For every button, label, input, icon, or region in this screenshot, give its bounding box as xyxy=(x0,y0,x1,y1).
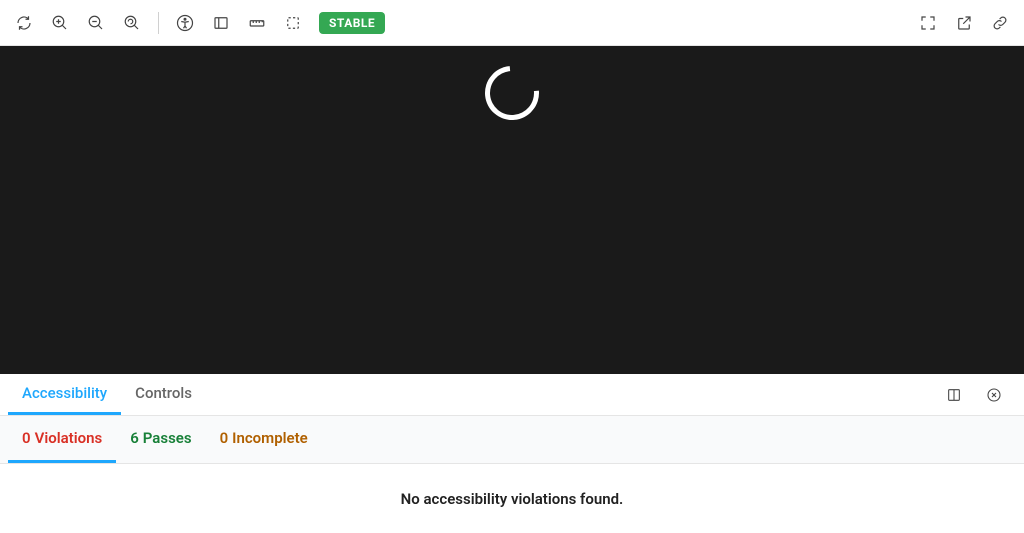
accessibility-button[interactable] xyxy=(169,7,201,39)
panel-tabs-left: Accessibility Controls xyxy=(8,374,206,415)
external-link-icon xyxy=(955,14,973,32)
zoom-out-button[interactable] xyxy=(80,7,112,39)
panel-layout-button[interactable] xyxy=(938,379,970,411)
fullscreen-button[interactable] xyxy=(912,7,944,39)
tab-controls[interactable]: Controls xyxy=(121,374,206,415)
accessibility-sub-tabs: 0 Violations 6 Passes 0 Incomplete xyxy=(0,416,1024,464)
toolbar-divider xyxy=(158,12,159,34)
subtab-incomplete[interactable]: 0 Incomplete xyxy=(206,416,322,463)
subtab-violations[interactable]: 0 Violations xyxy=(8,416,116,463)
loading-spinner-icon xyxy=(474,55,550,131)
viewport-icon xyxy=(212,14,230,32)
subtab-passes[interactable]: 6 Passes xyxy=(116,416,205,463)
outline-button[interactable] xyxy=(277,7,309,39)
copy-link-button[interactable] xyxy=(984,7,1016,39)
passes-label: Passes xyxy=(143,429,192,447)
viewport-button[interactable] xyxy=(205,7,237,39)
panel-tabs-right xyxy=(938,374,1016,415)
fullscreen-icon xyxy=(919,14,937,32)
zoom-in-icon xyxy=(51,14,69,32)
stable-badge: STABLE xyxy=(319,12,385,34)
ruler-icon xyxy=(248,14,266,32)
toolbar-right xyxy=(912,7,1016,39)
preview-canvas xyxy=(0,46,1024,374)
panel-layout-icon xyxy=(946,387,962,403)
close-panel-button[interactable] xyxy=(978,379,1010,411)
zoom-reset-icon xyxy=(123,14,141,32)
incomplete-count: 0 xyxy=(220,429,229,447)
tab-accessibility[interactable]: Accessibility xyxy=(8,374,121,415)
no-violations-message: No accessibility violations found. xyxy=(0,464,1024,533)
zoom-reset-button[interactable] xyxy=(116,7,148,39)
sync-icon xyxy=(15,14,33,32)
passes-count: 6 xyxy=(130,429,139,447)
close-circle-icon xyxy=(986,387,1002,403)
open-new-tab-button[interactable] xyxy=(948,7,980,39)
zoom-in-button[interactable] xyxy=(44,7,76,39)
panel-tabs: Accessibility Controls xyxy=(0,374,1024,416)
toolbar: STABLE xyxy=(0,0,1024,46)
toolbar-left: STABLE xyxy=(8,7,385,39)
accessibility-icon xyxy=(176,14,194,32)
link-icon xyxy=(991,14,1009,32)
ruler-button[interactable] xyxy=(241,7,273,39)
sync-button[interactable] xyxy=(8,7,40,39)
zoom-out-icon xyxy=(87,14,105,32)
violations-count: 0 xyxy=(22,429,31,447)
outline-icon xyxy=(284,14,302,32)
violations-label: Violations xyxy=(35,429,103,447)
incomplete-label: Incomplete xyxy=(232,429,308,447)
